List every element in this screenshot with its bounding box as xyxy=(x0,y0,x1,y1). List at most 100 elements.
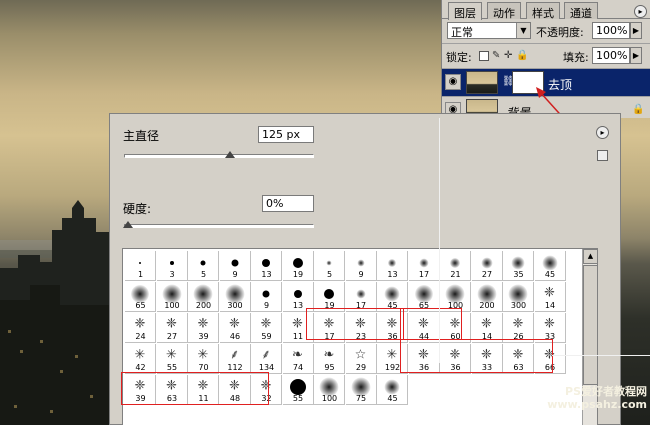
brush-preset-cell[interactable]: 65 xyxy=(125,282,156,312)
brush-preset-cell[interactable]: 1 xyxy=(125,251,156,281)
brush-tip-icon xyxy=(326,260,332,266)
brush-tip-icon xyxy=(414,284,433,303)
brush-preset-cell[interactable]: 9 xyxy=(219,251,251,281)
brush-preset-cell[interactable]: 100 xyxy=(314,375,345,405)
highlight-box xyxy=(121,372,269,405)
brush-preset-cell[interactable]: ✳ 70 xyxy=(188,344,219,374)
brush-tip-icon xyxy=(200,260,206,266)
highlight-box xyxy=(400,308,462,340)
tab-channels[interactable]: 通道 xyxy=(564,2,598,20)
brush-tip-icon: ❈ xyxy=(512,316,524,332)
lock-brush-icon[interactable]: ✎ xyxy=(492,51,502,61)
tab-layers[interactable]: 图层 xyxy=(448,2,482,20)
lock-move-icon[interactable]: ✛ xyxy=(504,51,514,61)
brush-preset-cell[interactable]: 21 xyxy=(440,251,471,281)
fill-arrow-button[interactable]: ▶ xyxy=(630,47,642,64)
brush-preset-cell[interactable]: 75 xyxy=(345,375,377,405)
guide-line xyxy=(552,355,650,356)
highlight-box xyxy=(400,339,553,373)
brush-preset-cell[interactable]: 5 xyxy=(188,251,219,281)
brush-preset-cell[interactable]: 3 xyxy=(156,251,188,281)
brush-preset-cell[interactable]: 45 xyxy=(377,375,408,405)
blend-mode-select[interactable]: 正常 ▼ xyxy=(447,22,531,39)
brush-preset-cell[interactable]: ⸙ 134 xyxy=(251,344,282,374)
brush-preset-cell[interactable]: ❈ 27 xyxy=(156,313,188,343)
opacity-field[interactable]: 100% xyxy=(592,22,630,39)
tab-actions[interactable]: 动作 xyxy=(487,2,521,20)
brush-size-label: 9 xyxy=(358,270,364,279)
master-diameter-field[interactable]: 125 px xyxy=(258,126,314,143)
hardness-slider-track[interactable] xyxy=(124,224,314,228)
layer-thumbnail xyxy=(466,71,498,94)
scroll-up-button[interactable]: ▲ xyxy=(583,249,597,264)
scroll-thumb[interactable] xyxy=(583,265,597,385)
brush-size-label: 9 xyxy=(232,270,238,279)
brush-size-label: 5 xyxy=(200,270,207,279)
brush-tip-icon xyxy=(450,257,460,268)
brush-preset-cell[interactable]: ❈ 39 xyxy=(188,313,219,343)
hardness-field[interactable]: 0% xyxy=(262,195,314,212)
brush-preset-cell[interactable]: 19 xyxy=(282,251,314,281)
brush-tip-icon xyxy=(419,258,428,268)
brush-preset-cell[interactable]: 13 xyxy=(251,251,282,281)
brush-preset-cell[interactable]: 300 xyxy=(503,282,534,312)
layers-tabs: 图层 动作 样式 通道 ▸ xyxy=(442,2,650,20)
lock-transparency-icon[interactable] xyxy=(479,51,489,61)
brush-preset-cell[interactable]: ❧ 74 xyxy=(282,344,314,374)
brush-size-label: 55 xyxy=(292,394,304,403)
brush-preset-cell[interactable]: 55 xyxy=(282,375,314,405)
brush-size-label: 1 xyxy=(137,270,144,279)
brush-tip-icon xyxy=(384,379,400,395)
brush-tip-icon: ❈ xyxy=(197,316,209,332)
panel-menu-button[interactable]: ▸ xyxy=(634,5,647,18)
lock-icon: 🔒 xyxy=(632,104,645,115)
brush-size-label: 3 xyxy=(169,270,175,279)
brush-preset-cell[interactable]: ❈ 46 xyxy=(219,313,251,343)
opacity-arrow-button[interactable]: ▶ xyxy=(630,22,642,39)
brush-preset-cell[interactable]: ☆ 29 xyxy=(345,344,377,374)
brush-tip-icon: ☆ xyxy=(354,347,367,363)
guide-line xyxy=(439,118,440,363)
brush-tip-icon xyxy=(293,289,302,298)
brush-tip-icon xyxy=(292,257,303,268)
brush-preset-cell[interactable]: ⸙ 112 xyxy=(219,344,251,374)
brush-size-label: 14 xyxy=(544,301,556,310)
fill-field[interactable]: 100% xyxy=(592,47,630,64)
watermark-line1: PS爱好者教程网 xyxy=(565,385,647,398)
brush-preset-cell[interactable]: 200 xyxy=(188,282,219,312)
brush-tip-icon: ❧ xyxy=(323,347,335,363)
brush-preset-cell[interactable]: ✳ 42 xyxy=(125,344,156,374)
brush-size-label: 21 xyxy=(450,270,461,279)
lock-all-icon[interactable]: 🔒 xyxy=(516,51,528,61)
diameter-slider-knob[interactable] xyxy=(225,151,236,158)
brush-preset-cell[interactable]: 45 xyxy=(534,251,566,281)
brush-menu-button[interactable]: ▸ xyxy=(596,126,609,139)
brush-preset-cell[interactable]: ❧ 95 xyxy=(314,344,345,374)
new-preset-icon[interactable] xyxy=(597,150,608,161)
hardness-slider-knob[interactable] xyxy=(123,221,133,228)
brush-preset-cell[interactable]: 27 xyxy=(471,251,503,281)
brush-preset-cell[interactable]: 300 xyxy=(219,282,251,312)
brush-preset-cell[interactable]: 35 xyxy=(503,251,534,281)
brush-preset-cell[interactable]: ❈ 14 xyxy=(534,282,566,312)
brush-preset-cell[interactable]: 100 xyxy=(156,282,188,312)
tab-styles[interactable]: 样式 xyxy=(526,2,560,20)
brush-preset-cell[interactable]: 13 xyxy=(377,251,408,281)
brush-size-label: 55 xyxy=(166,363,178,372)
brush-preset-cell[interactable]: 200 xyxy=(471,282,503,312)
brush-tip-icon xyxy=(262,290,270,298)
brush-preset-cell[interactable]: ❈ 59 xyxy=(251,313,282,343)
eye-icon[interactable]: ◉ xyxy=(445,74,461,90)
brush-preset-cell[interactable]: 5 xyxy=(314,251,345,281)
brush-preset-cell[interactable]: 9 xyxy=(345,251,377,281)
diameter-slider-track[interactable] xyxy=(124,154,314,158)
brush-size-label: 300 xyxy=(510,301,527,310)
brush-preset-cell[interactable]: ❈ 24 xyxy=(125,313,156,343)
brush-preset-cell[interactable]: 17 xyxy=(408,251,440,281)
brush-preset-cell[interactable]: 9 xyxy=(251,282,282,312)
brush-preset-cell[interactable]: ✳ 55 xyxy=(156,344,188,374)
brush-tip-icon xyxy=(388,258,396,267)
brush-size-label: 134 xyxy=(258,363,275,372)
brush-size-label: 300 xyxy=(227,301,243,310)
brush-size-label: 75 xyxy=(355,394,367,403)
